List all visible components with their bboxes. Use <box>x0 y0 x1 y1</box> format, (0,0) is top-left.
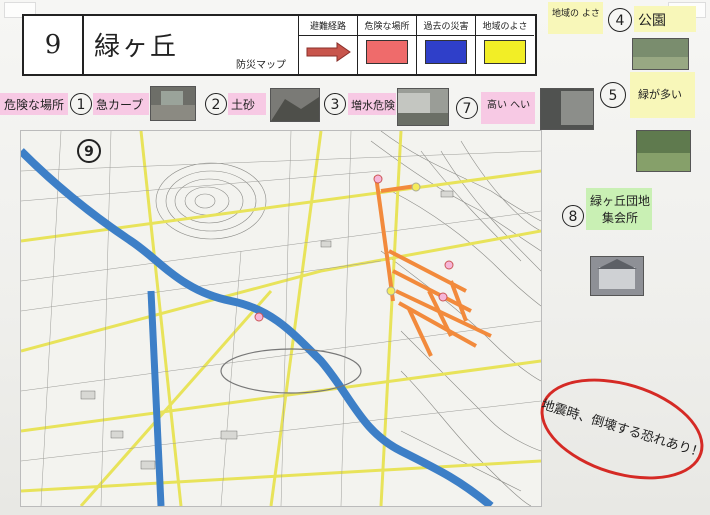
area-title: 緑ヶ丘 <box>94 32 179 62</box>
number-circle: 8 <box>562 205 584 227</box>
map-area: 9 <box>20 130 542 507</box>
danger-label: 増水危険 <box>351 99 395 112</box>
sticky-note: 土砂 <box>228 93 266 115</box>
photo-curve-road <box>150 86 196 121</box>
number-circle: 7 <box>456 97 478 119</box>
sticky-note: 公園 <box>634 6 696 32</box>
number-circle: 5 <box>600 82 626 108</box>
photo-landslide <box>270 88 320 122</box>
sticky-note: 急カーブ <box>93 93 149 115</box>
map-title: 防災マップ <box>236 60 286 71</box>
danger-heading: 危険な場所 <box>4 98 65 112</box>
danger-label: 急カーブ <box>96 98 144 112</box>
sticky-note: 危険な場所 <box>0 93 68 115</box>
photo-park <box>632 38 689 70</box>
number-circle: 1 <box>70 93 92 115</box>
photo-high-wall <box>540 88 594 130</box>
good-label: 緑が多い <box>638 88 682 101</box>
number-circle: 4 <box>608 8 632 32</box>
sticky-note: 増水危険 <box>348 93 396 115</box>
sticky-note: 緑が多い <box>630 72 695 118</box>
sticky-note: 緑ヶ丘団地 集会所 <box>586 188 652 230</box>
sticky-note: 高い へい <box>481 92 535 124</box>
danger-label: 高い へい <box>487 100 531 111</box>
topographic-map <box>21 131 541 506</box>
photo-river-wall <box>397 88 449 126</box>
legend-evacuation-route: 避難経路 <box>298 16 357 74</box>
disaster-map-poster: 9 緑ヶ丘 防災マップ 避難経路 危険な場所 過去の災害 地域のよさ 危険な場所… <box>0 0 710 515</box>
legend-danger-place: 危険な場所 <box>357 16 416 74</box>
photo-meeting-hall <box>590 256 644 296</box>
good-points-heading: 地域の よさ <box>552 9 600 19</box>
good-label: 公園 <box>638 13 666 29</box>
sticky-note: 地域の よさ <box>548 2 603 34</box>
map-number-circle: 9 <box>77 139 101 163</box>
legend-local-good: 地域のよさ <box>475 16 534 74</box>
photo-greenery <box>636 130 691 172</box>
poster-header: 9 緑ヶ丘 防災マップ 避難経路 危険な場所 過去の災害 地域のよさ <box>22 14 537 76</box>
legend-swatch <box>484 40 526 64</box>
legend-past-disaster: 過去の災害 <box>416 16 475 74</box>
legend-swatch <box>366 40 408 64</box>
arrow-icon <box>306 42 351 62</box>
poster-number: 9 <box>24 16 84 74</box>
legend: 避難経路 危険な場所 過去の災害 地域のよさ <box>298 16 534 74</box>
danger-label: 土砂 <box>231 98 256 112</box>
number-circle: 2 <box>205 93 227 115</box>
good-label: 緑ヶ丘団地 集会所 <box>590 194 651 225</box>
legend-swatch <box>425 40 467 64</box>
number-circle: 3 <box>324 93 346 115</box>
